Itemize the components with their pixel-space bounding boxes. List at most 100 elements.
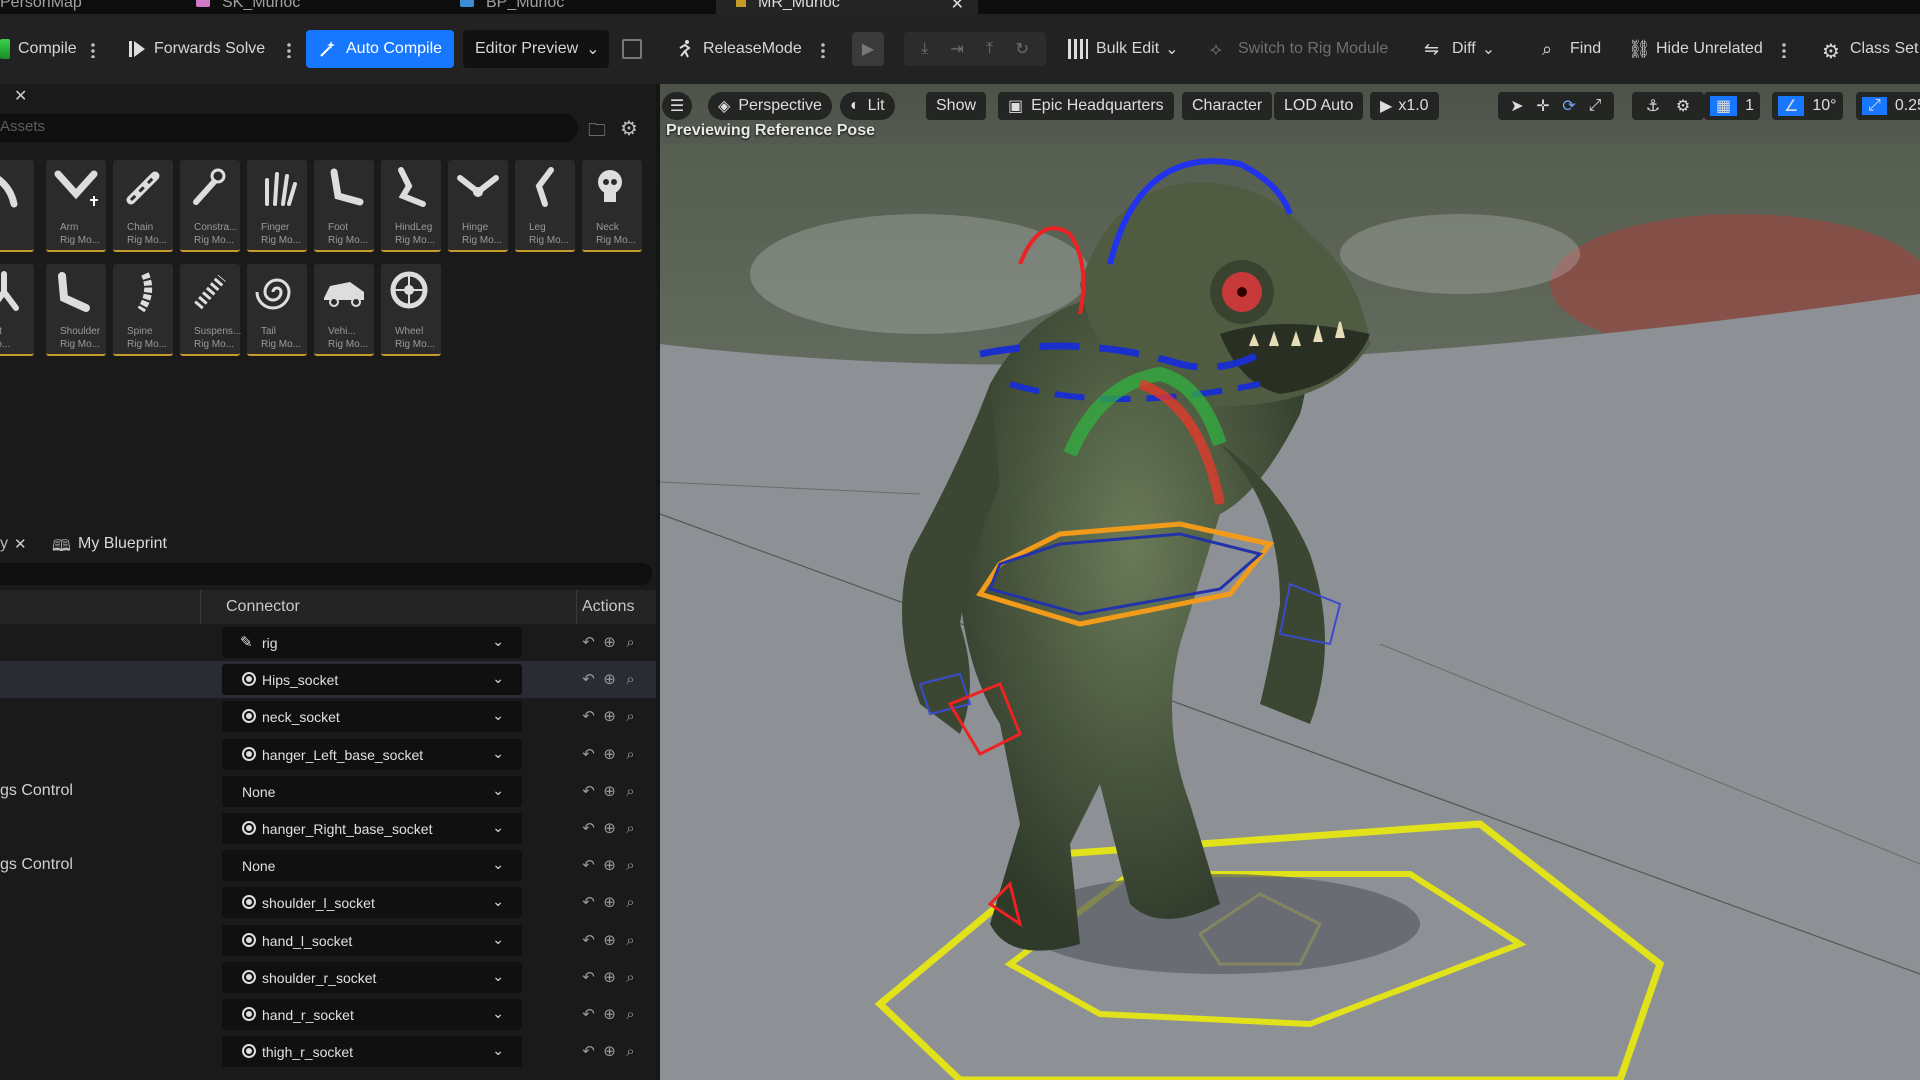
- foot-rig-module-tile[interactable]: Foot Rig Mo...: [314, 160, 374, 252]
- use-selected-icon[interactable]: ⊕: [599, 707, 620, 725]
- browse-icon[interactable]: ⌕: [620, 857, 641, 874]
- hide-options-icon[interactable]: [1782, 42, 1786, 58]
- tab-bp-murloc[interactable]: BP_Murloc: [460, 0, 564, 14]
- spine-rig-module-tile[interactable]: Spine Rig Mo...: [113, 264, 173, 356]
- asset-search-input[interactable]: Assets: [0, 114, 578, 142]
- switch-rig-module-button[interactable]: ⟡ Switch to Rig Module: [1210, 32, 1388, 66]
- my-blueprint-tab[interactable]: My Blueprint: [78, 535, 167, 553]
- release-mode-button[interactable]: ReleaseMode: [675, 32, 802, 66]
- browse-icon[interactable]: ⌕: [620, 671, 641, 688]
- solve-options-icon[interactable]: [287, 42, 291, 58]
- suspension-rig-module-tile[interactable]: Suspens... Rig Mo...: [180, 264, 241, 356]
- connector-dropdown[interactable]: None ⌄: [222, 775, 522, 807]
- step-into-icon[interactable]: ⤓: [921, 40, 928, 58]
- folder-icon[interactable]: 🗀: [588, 118, 606, 148]
- connector-dropdown[interactable]: ✎ rig ⌄: [222, 627, 522, 658]
- viewport[interactable]: ☰ ◈ Perspective ◐ Lit Show ▣ Epic Headquart…: [660, 84, 1920, 1080]
- lod-dropdown[interactable]: LOD Auto: [1274, 92, 1364, 120]
- perspective-dropdown[interactable]: ◈ Perspective: [708, 92, 832, 120]
- reset-icon[interactable]: ↶: [578, 670, 599, 688]
- column-divider[interactable]: [576, 590, 577, 624]
- connector-dropdown[interactable]: hand_r_socket ⌄: [222, 999, 522, 1030]
- lit-dropdown[interactable]: ◐ Lit: [840, 92, 895, 120]
- browse-icon[interactable]: ⌕: [620, 894, 641, 911]
- table-row[interactable]: hanger_Right_base_socket ⌄ ↶ ⊕ ⌕: [0, 810, 656, 847]
- use-selected-icon[interactable]: ⊕: [599, 1005, 620, 1023]
- browse-icon[interactable]: ⌕: [620, 1043, 641, 1060]
- arm-rig-module-tile[interactable]: Arm Rig Mo...: [46, 160, 106, 252]
- reset-icon[interactable]: ↶: [578, 931, 599, 949]
- reset-icon[interactable]: ↶: [578, 856, 599, 874]
- playback-speed-dropdown[interactable]: ▶ x1.0: [1370, 92, 1439, 120]
- resume-icon[interactable]: ↻: [1015, 39, 1028, 59]
- select-icon[interactable]: ➤: [1504, 96, 1530, 116]
- release-options-icon[interactable]: [821, 42, 825, 58]
- scale-icon[interactable]: ⤢: [1582, 97, 1608, 115]
- class-settings-button[interactable]: ⚙ Class Set: [1822, 32, 1918, 66]
- close-tab-icon[interactable]: ✕: [14, 535, 27, 553]
- forwards-solve-button[interactable]: Forwards Solve: [128, 32, 265, 66]
- hinge-rig-module-tile[interactable]: Hinge Rig Mo...: [448, 160, 508, 252]
- step-over-icon[interactable]: ⇥: [950, 39, 963, 59]
- vehicle-rig-module-tile[interactable]: Vehi... Rig Mo...: [314, 264, 374, 356]
- rotation-snap-control[interactable]: ∠ 10°: [1772, 92, 1843, 120]
- connector-dropdown[interactable]: Hips_socket ⌄: [222, 664, 522, 696]
- hide-unrelated-button[interactable]: ⛓ Hide Unrelated: [1628, 32, 1763, 66]
- world-local-icon[interactable]: ⚓: [1638, 96, 1668, 116]
- table-row[interactable]: hand_r_socket ⌄ ↶ ⊕ ⌕: [0, 996, 656, 1033]
- reset-icon[interactable]: ↶: [578, 1042, 599, 1060]
- use-selected-icon[interactable]: ⊕: [599, 856, 620, 874]
- table-row[interactable]: shoulder_r_socket ⌄ ↶ ⊕ ⌕: [0, 959, 656, 996]
- wheel-rig-module-tile[interactable]: Wheel Rig Mo...: [381, 264, 441, 356]
- editor-preview-dropdown[interactable]: Editor Preview ⌄: [463, 30, 609, 68]
- browse-icon[interactable]: ⌕: [620, 820, 641, 837]
- connector-dropdown[interactable]: thigh_r_socket ⌄: [222, 1036, 522, 1068]
- scale-snap-control[interactable]: ⤢ 0.25: [1856, 92, 1920, 120]
- use-selected-icon[interactable]: ⊕: [599, 893, 620, 911]
- tab-personmap[interactable]: PersonMap: [0, 0, 82, 14]
- browse-icon[interactable]: ⌕: [620, 969, 641, 986]
- show-dropdown[interactable]: Show: [926, 92, 987, 120]
- column-divider[interactable]: [200, 590, 201, 624]
- use-selected-icon[interactable]: ⊕: [599, 819, 620, 837]
- connector-dropdown[interactable]: neck_socket ⌄: [222, 701, 522, 733]
- rotate-icon[interactable]: ⟳: [1556, 96, 1582, 116]
- foot-rig-module-tile-2[interactable]: oot Mo...: [0, 264, 34, 356]
- table-row[interactable]: Hips_socket ⌄ ↶ ⊕ ⌕: [0, 661, 656, 699]
- character-dropdown[interactable]: Character: [1182, 92, 1273, 120]
- tab-mr-murloc[interactable]: MR_Murloc ✕: [716, 0, 978, 14]
- hindleg-rig-module-tile[interactable]: HindLeg Rig Mo...: [381, 160, 441, 252]
- use-selected-icon[interactable]: ⊕: [599, 745, 620, 763]
- reset-icon[interactable]: ↶: [578, 745, 599, 763]
- connector-dropdown[interactable]: shoulder_l_socket ⌄: [222, 887, 522, 919]
- reset-icon[interactable]: ↶: [578, 819, 599, 837]
- table-row[interactable]: ✎ rig ⌄ ↶ ⊕ ⌕: [0, 624, 656, 661]
- compile-options-icon[interactable]: [91, 42, 95, 58]
- connector-dropdown[interactable]: hanger_Left_base_socket ⌄: [222, 738, 522, 770]
- grid-snap-control[interactable]: ▦ 1: [1704, 92, 1761, 120]
- connector-dropdown[interactable]: None ⌄: [222, 850, 522, 882]
- table-row[interactable]: gs Control None ⌄ ↶ ⊕ ⌕: [0, 773, 656, 810]
- table-row[interactable]: hand_l_socket ⌄ ↶ ⊕ ⌕: [0, 922, 656, 959]
- auto-compile-button[interactable]: Auto Compile: [306, 30, 455, 68]
- diff-dropdown[interactable]: ⇋ Diff ⌄: [1424, 32, 1495, 66]
- reset-icon[interactable]: ↶: [578, 893, 599, 911]
- connector-dropdown[interactable]: shoulder_r_socket ⌄: [222, 961, 522, 993]
- blueprint-search-input[interactable]: [0, 563, 652, 585]
- compile-button[interactable]: Compile: [0, 32, 77, 66]
- step-out-icon[interactable]: ⤒: [986, 40, 993, 58]
- find-button[interactable]: ⌕ Find: [1542, 32, 1601, 66]
- connector-dropdown[interactable]: hanger_Right_base_socket ⌄: [222, 813, 522, 844]
- prev-tab-fragment[interactable]: y: [0, 535, 8, 553]
- finger-rig-module-tile[interactable]: Finger Rig Mo...: [247, 160, 307, 252]
- tail-rig-module-tile[interactable]: Tail Rig Mo...: [247, 264, 307, 356]
- leg-rig-module-tile[interactable]: Leg Rig Mo...: [515, 160, 575, 252]
- play-button[interactable]: ▶: [852, 32, 884, 66]
- reset-icon[interactable]: ↶: [578, 782, 599, 800]
- table-row[interactable]: gs Control None ⌄ ↶ ⊕ ⌕: [0, 847, 656, 884]
- browse-icon[interactable]: ⌕: [620, 783, 641, 800]
- connector-dropdown[interactable]: hand_l_socket ⌄: [222, 924, 522, 956]
- settings-gear-icon[interactable]: ⚙: [620, 116, 638, 141]
- table-row[interactable]: hanger_Left_base_socket ⌄ ↶ ⊕ ⌕: [0, 736, 656, 773]
- shoulder-rig-module-tile[interactable]: Shoulder Rig Mo...: [46, 264, 106, 356]
